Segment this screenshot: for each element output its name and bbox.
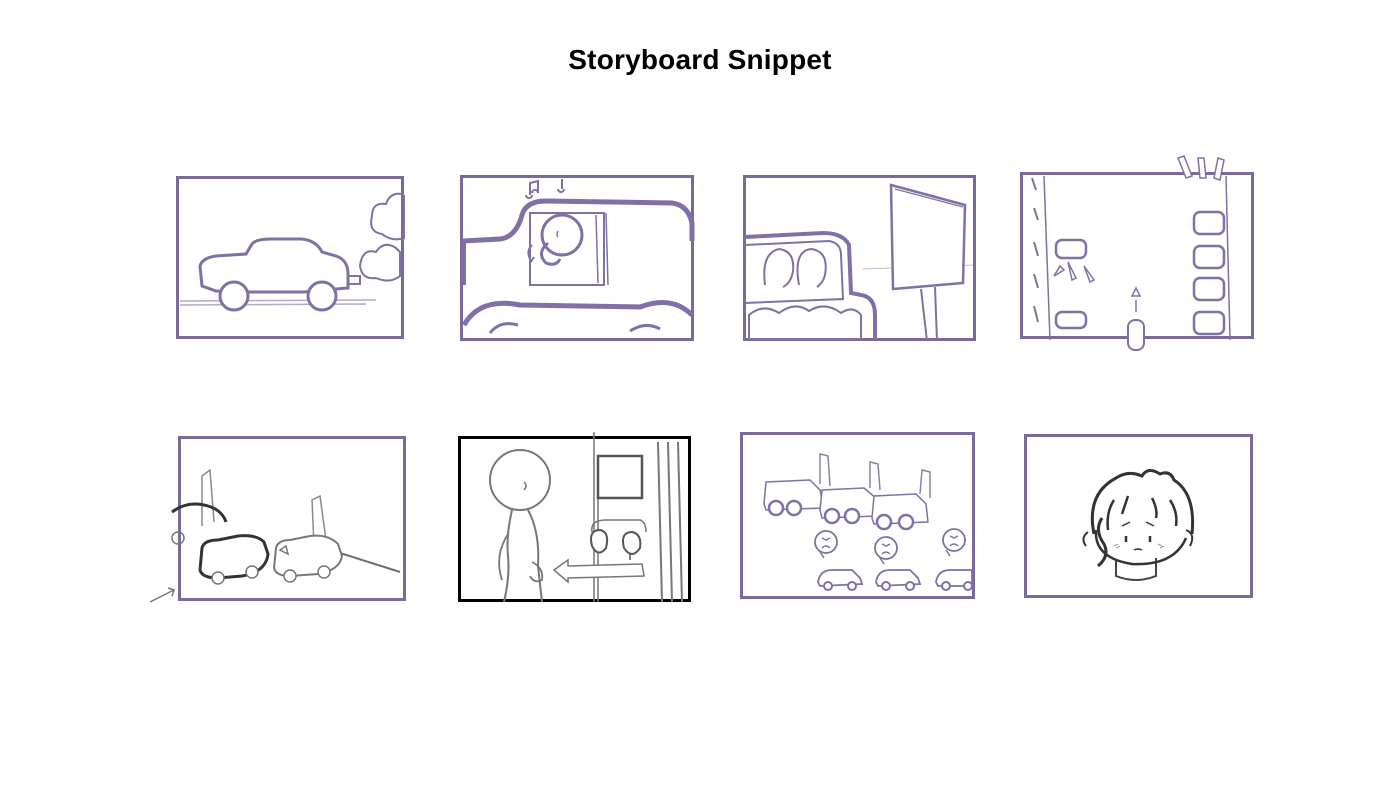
panel-3-sketch [743,175,976,342]
panel-4-sketch [1020,155,1254,351]
storyboard-panel-6[interactable] [458,432,691,603]
panel-5-sketch [149,436,406,603]
page-title: Storyboard Snippet [568,44,832,75]
storyboard-panel-5[interactable] [149,436,406,603]
panel-7-sketch [740,432,975,599]
storyboard-panel-8[interactable] [1024,434,1253,598]
storyboard-panel-1[interactable] [176,176,405,339]
panel-8-sketch [1024,434,1253,598]
panel-6-sketch [458,432,691,603]
panel-2-sketch [460,175,695,341]
panel-1-sketch [176,176,405,339]
storyboard-panel-4[interactable] [1020,155,1254,351]
storyboard-panel-3[interactable] [743,175,976,342]
storyboard-panel-7[interactable] [740,432,975,599]
storyboard-panel-2[interactable] [460,175,695,341]
